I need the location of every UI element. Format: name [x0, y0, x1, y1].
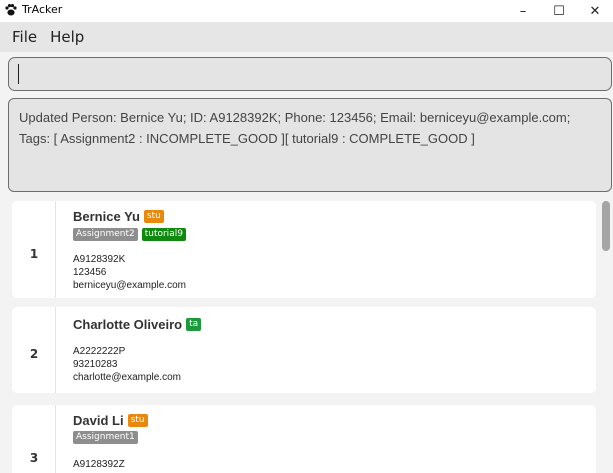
person-index: 3: [29, 451, 39, 465]
tag-list: Assignment1: [73, 431, 142, 444]
person-card[interactable]: 2 Charlotte Oliveiro ta A2222222P 932102…: [12, 307, 596, 393]
role-badge: stu: [143, 210, 164, 223]
paw-icon: [5, 4, 17, 16]
result-display: Updated Person: Bernice Yu; ID: A9128392…: [8, 98, 612, 192]
person-name: David Li: [73, 413, 124, 428]
tag-list: Assignment2 tutorial9: [73, 228, 190, 241]
window-title: TrAcker: [22, 3, 63, 16]
name-row: David Li stu: [73, 413, 148, 428]
result-line-1: Updated Person: Bernice Yu; ID: A9128392…: [19, 110, 571, 125]
list-scrollbar-thumb[interactable]: [602, 201, 610, 251]
person-email: charlotte@example.com: [73, 372, 181, 383]
tag-badge: Assignment1: [73, 431, 138, 444]
person-details: A9128392Z: [73, 458, 125, 471]
person-index: 1: [29, 247, 39, 261]
command-input[interactable]: [8, 57, 612, 91]
person-id: A9128392Z: [73, 459, 125, 470]
tag-badge: tutorial9: [141, 228, 186, 241]
role-badge: stu: [127, 414, 148, 427]
person-index: 2: [29, 347, 39, 361]
name-row: Charlotte Oliveiro ta: [73, 317, 202, 332]
person-name: Charlotte Oliveiro: [73, 317, 183, 332]
person-name: Bernice Yu: [73, 209, 140, 224]
person-id: A9128392K: [73, 254, 126, 265]
result-line-2: Tags: [ Assignment2 : INCOMPLETE_GOOD ][…: [19, 131, 475, 146]
person-id: A2222222P: [73, 346, 126, 357]
person-card[interactable]: 1 Bernice Yu stu Assignment2 tutorial9 A…: [12, 201, 596, 298]
person-phone: 123456: [73, 267, 107, 278]
person-card[interactable]: 3 David Li stu Assignment1 A9128392Z: [12, 405, 596, 473]
person-details: A2222222P 93210283 charlotte@example.com: [73, 345, 181, 384]
person-details: A9128392K 123456 berniceyu@example.com: [73, 253, 186, 292]
text-caret: [18, 64, 19, 84]
title-bar: TrAcker – ☐ ✕: [0, 0, 613, 22]
menu-help[interactable]: Help: [50, 28, 84, 46]
person-email: berniceyu@example.com: [73, 280, 186, 291]
maximize-button[interactable]: ☐: [541, 0, 577, 22]
name-row: Bernice Yu stu: [73, 209, 164, 224]
tag-badge: Assignment2: [73, 228, 138, 241]
role-badge: ta: [186, 318, 202, 331]
minimize-button[interactable]: –: [505, 0, 541, 22]
person-list[interactable]: 1 Bernice Yu stu Assignment2 tutorial9 A…: [0, 198, 613, 473]
person-phone: 93210283: [73, 359, 118, 370]
close-button[interactable]: ✕: [577, 0, 613, 22]
menu-file[interactable]: File: [12, 28, 37, 46]
menu-bar: File Help: [0, 22, 613, 52]
